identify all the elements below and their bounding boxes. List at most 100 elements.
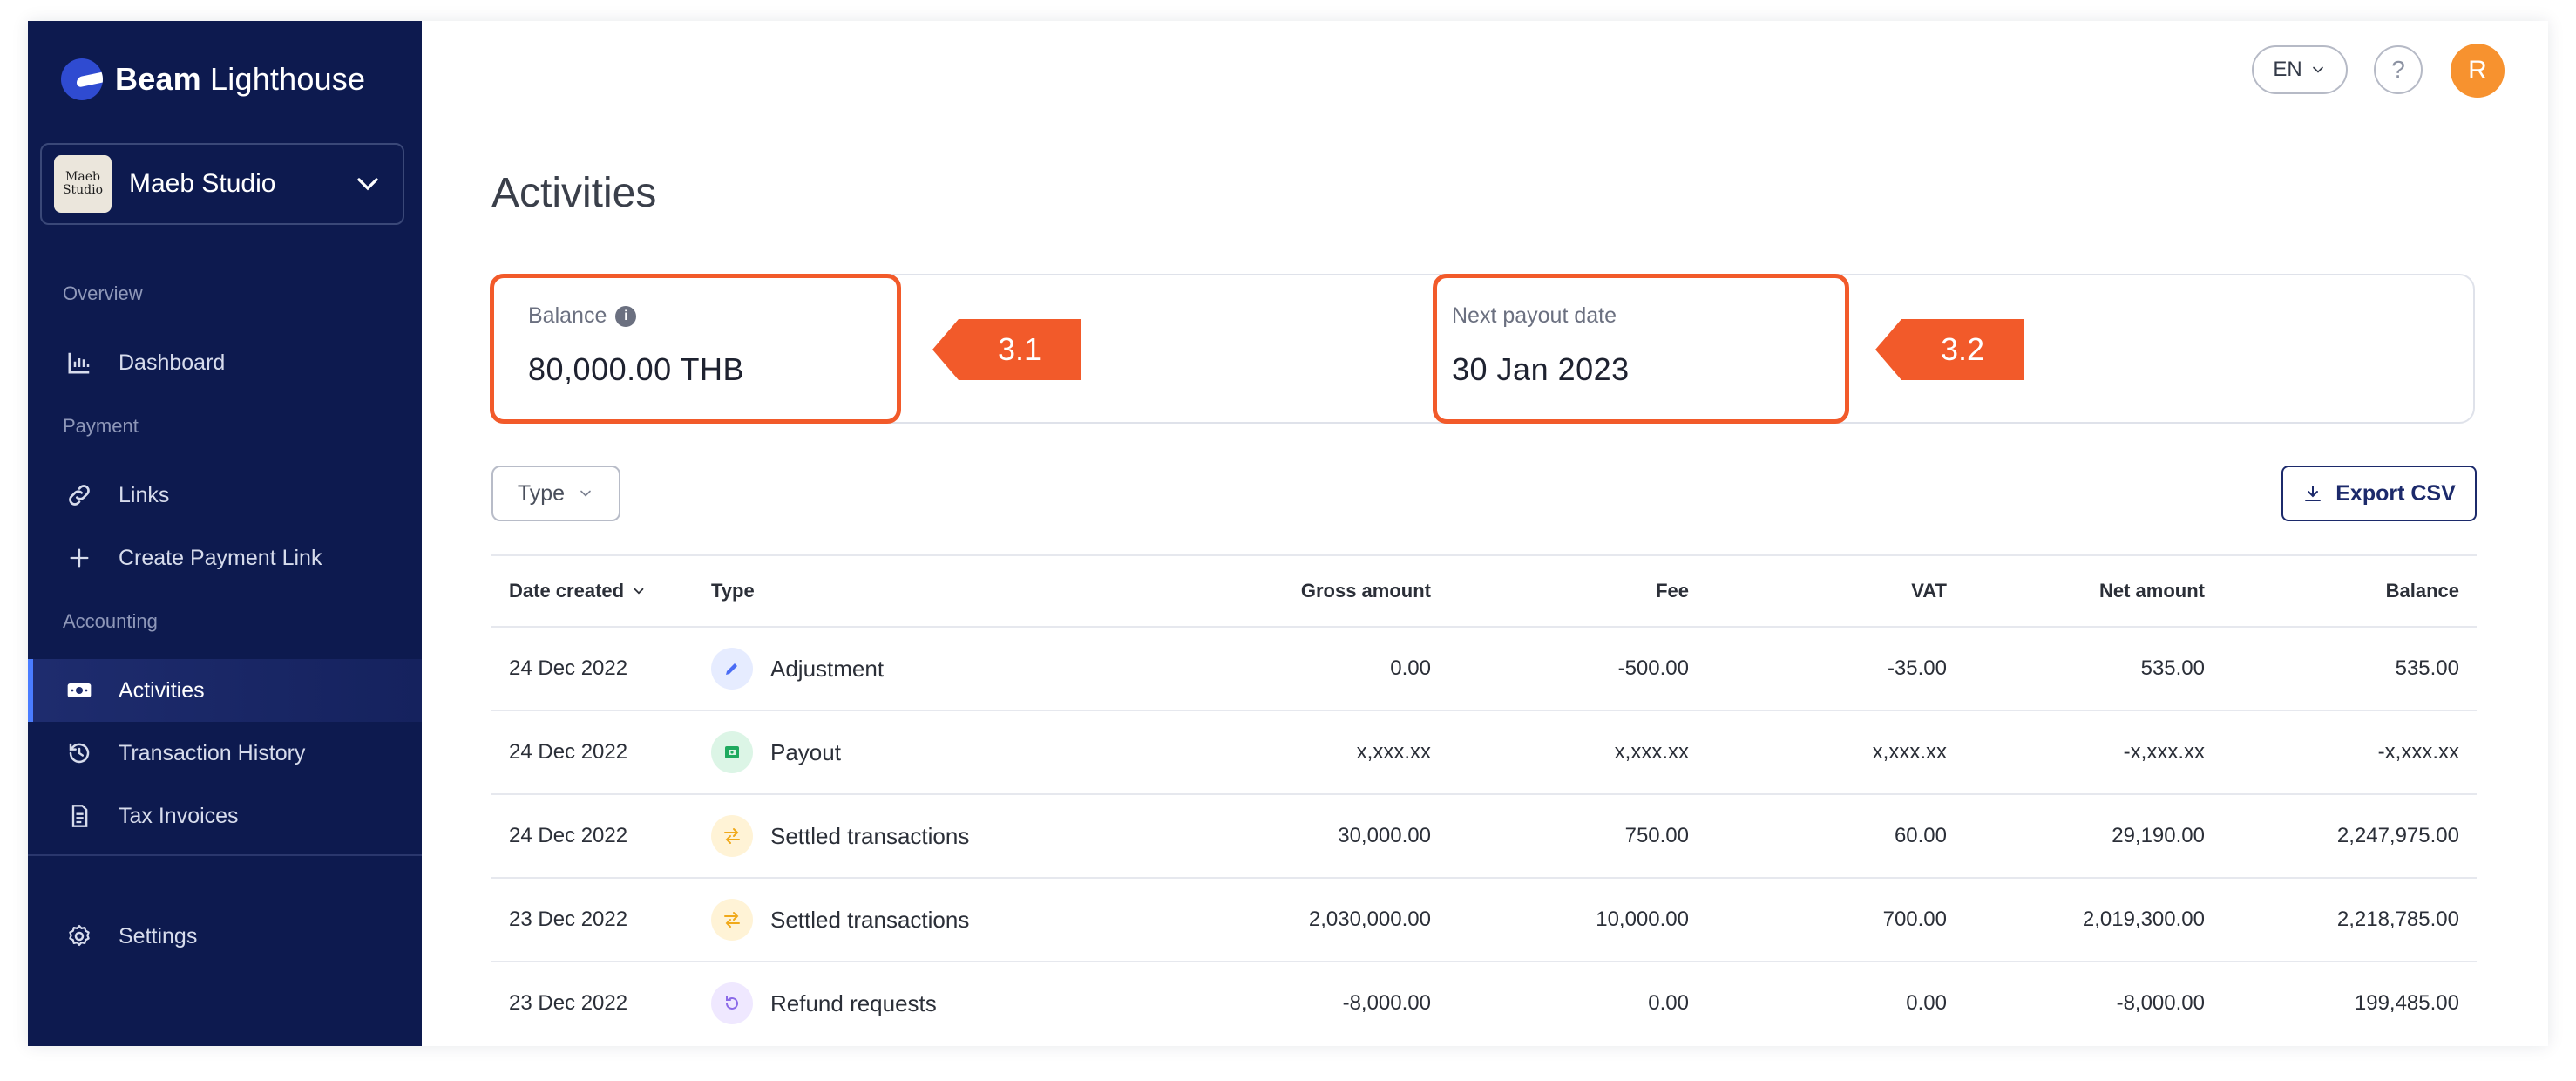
language-selector[interactable]: EN (2252, 45, 2348, 94)
beam-logo-icon (61, 58, 103, 100)
workspace-name: Maeb Studio (129, 169, 276, 198)
sidebar-item-links[interactable]: Links (28, 464, 422, 527)
sidebar-item-create-payment-link[interactable]: Create Payment Link (28, 527, 422, 589)
table-row[interactable]: 24 Dec 2022 Payout x,xxx.xx x,xxx.xx x,x… (491, 710, 2477, 793)
activities-table: Date created Type Gross amount Fee VAT N… (491, 554, 2477, 1044)
type-filter-label: Type (517, 480, 566, 506)
cell-vat: 60.00 (1894, 824, 1947, 847)
callout-tag-3-1: 3.1 (932, 319, 1081, 380)
cell-balance: 2,218,785.00 (2336, 908, 2459, 931)
pencil-icon (711, 648, 753, 690)
table-row[interactable]: 23 Dec 2022 Refund requests -8,000.00 0.… (491, 961, 2477, 1044)
column-header-type: Type (711, 580, 755, 602)
column-header-vat: VAT (1911, 580, 1947, 602)
cell-gross: x,xxx.xx (1356, 740, 1431, 764)
plus-icon (64, 543, 94, 573)
sidebar-item-label: Transaction History (119, 740, 306, 765)
cell-net: 2,019,300.00 (2082, 908, 2205, 931)
callout-tag-3-2: 3.2 (1875, 319, 2024, 380)
sidebar: Beam Lighthouse Maeb Studio Maeb Studio … (28, 21, 422, 1046)
table-row[interactable]: 24 Dec 2022 Settled transactions 30,000.… (491, 793, 2477, 877)
workspace-avatar: Maeb Studio (54, 155, 112, 213)
cell-type: Settled transactions (711, 795, 969, 877)
cell-fee: x,xxx.xx (1614, 740, 1689, 764)
cell-net: -x,xxx.xx (2123, 740, 2205, 764)
section-label-payment: Payment (63, 415, 139, 437)
chevron-down-icon (2312, 66, 2323, 73)
language-label: EN (2273, 58, 2302, 81)
cell-fee: 750.00 (1624, 824, 1689, 847)
column-header-date-created[interactable]: Date created (509, 556, 647, 626)
cell-net: 535.00 (2140, 656, 2205, 680)
table-row[interactable]: 23 Dec 2022 Settled transactions 2,030,0… (491, 877, 2477, 961)
section-label-accounting: Accounting (63, 610, 158, 632)
download-icon (2305, 486, 2322, 501)
cell-fee: 0.00 (1648, 991, 1689, 1015)
cell-gross: 30,000.00 (1338, 824, 1431, 847)
sidebar-divider (28, 854, 422, 856)
sidebar-item-label: Tax Invoices (119, 803, 239, 828)
table-header-row: Date created Type Gross amount Fee VAT N… (491, 554, 2477, 626)
help-button[interactable]: ? (2374, 45, 2423, 94)
sidebar-item-transaction-history[interactable]: Transaction History (28, 722, 422, 785)
sidebar-item-tax-invoices[interactable]: Tax Invoices (28, 785, 422, 847)
sidebar-item-dashboard[interactable]: Dashboard (28, 331, 422, 394)
history-icon (64, 738, 94, 768)
column-header-balance: Balance (2385, 580, 2459, 602)
table-row[interactable]: 24 Dec 2022 Adjustment 0.00 -500.00 -35.… (491, 626, 2477, 710)
cell-vat: x,xxx.xx (1872, 740, 1947, 764)
gear-icon (64, 921, 94, 951)
cell-balance: 199,485.00 (2354, 991, 2459, 1015)
brand-logo[interactable]: Beam Lighthouse (61, 58, 365, 101)
link-icon (64, 480, 94, 510)
cell-balance: 535.00 (2395, 656, 2459, 680)
export-csv-button[interactable]: Export CSV (2281, 466, 2477, 521)
question-icon: ? (2391, 56, 2405, 83)
cash-icon (711, 731, 753, 773)
column-header-gross-amount: Gross amount (1300, 580, 1431, 602)
sidebar-item-label: Create Payment Link (119, 545, 322, 570)
cell-date: 24 Dec 2022 (509, 656, 628, 680)
cell-date: 24 Dec 2022 (509, 740, 628, 764)
sidebar-item-label: Dashboard (119, 350, 226, 375)
cell-gross: -8,000.00 (1342, 991, 1431, 1015)
workspace-switcher[interactable]: Maeb Studio Maeb Studio (40, 143, 404, 225)
app-window: Beam Lighthouse Maeb Studio Maeb Studio … (28, 21, 2548, 1046)
sidebar-item-label: Activities (119, 677, 205, 703)
cell-type: Settled transactions (711, 879, 969, 961)
column-header-net-amount: Net amount (2099, 580, 2205, 602)
callout-highlight-balance (490, 274, 901, 424)
sidebar-item-activities[interactable]: Activities (28, 659, 422, 722)
brand-name: Beam Lighthouse (115, 61, 366, 97)
cell-type: Refund requests (711, 962, 937, 1044)
column-header-fee: Fee (1656, 580, 1689, 602)
user-avatar[interactable]: R (2451, 44, 2505, 98)
page-title: Activities (491, 170, 657, 216)
chevron-down-icon (580, 490, 591, 497)
cell-type: Payout (711, 711, 841, 793)
cell-type: Adjustment (711, 628, 884, 710)
export-csv-label: Export CSV (2335, 480, 2456, 506)
cell-fee: 10,000.00 (1596, 908, 1689, 931)
section-label-overview: Overview (63, 282, 143, 304)
cell-net: -8,000.00 (2116, 991, 2205, 1015)
cell-vat: -35.00 (1887, 656, 1947, 680)
transfer-arrows-icon (711, 815, 753, 857)
cell-gross: 0.00 (1390, 656, 1431, 680)
cell-balance: -x,xxx.xx (2377, 740, 2459, 764)
cell-gross: 2,030,000.00 (1308, 908, 1431, 931)
chevron-down-icon (357, 178, 378, 191)
transfer-arrows-icon (711, 899, 753, 941)
cell-fee: -500.00 (1617, 656, 1689, 680)
cell-vat: 700.00 (1882, 908, 1947, 931)
sort-chevron-icon (634, 588, 644, 595)
sidebar-item-label: Settings (119, 923, 198, 948)
cell-date: 23 Dec 2022 (509, 991, 628, 1015)
sidebar-item-settings[interactable]: Settings (28, 905, 422, 968)
cell-date: 24 Dec 2022 (509, 824, 628, 847)
callout-highlight-payout (1433, 274, 1849, 424)
cell-vat: 0.00 (1906, 991, 1947, 1015)
type-filter-dropdown[interactable]: Type (491, 466, 620, 521)
cell-balance: 2,247,975.00 (2336, 824, 2459, 847)
bar-chart-icon (64, 348, 94, 377)
